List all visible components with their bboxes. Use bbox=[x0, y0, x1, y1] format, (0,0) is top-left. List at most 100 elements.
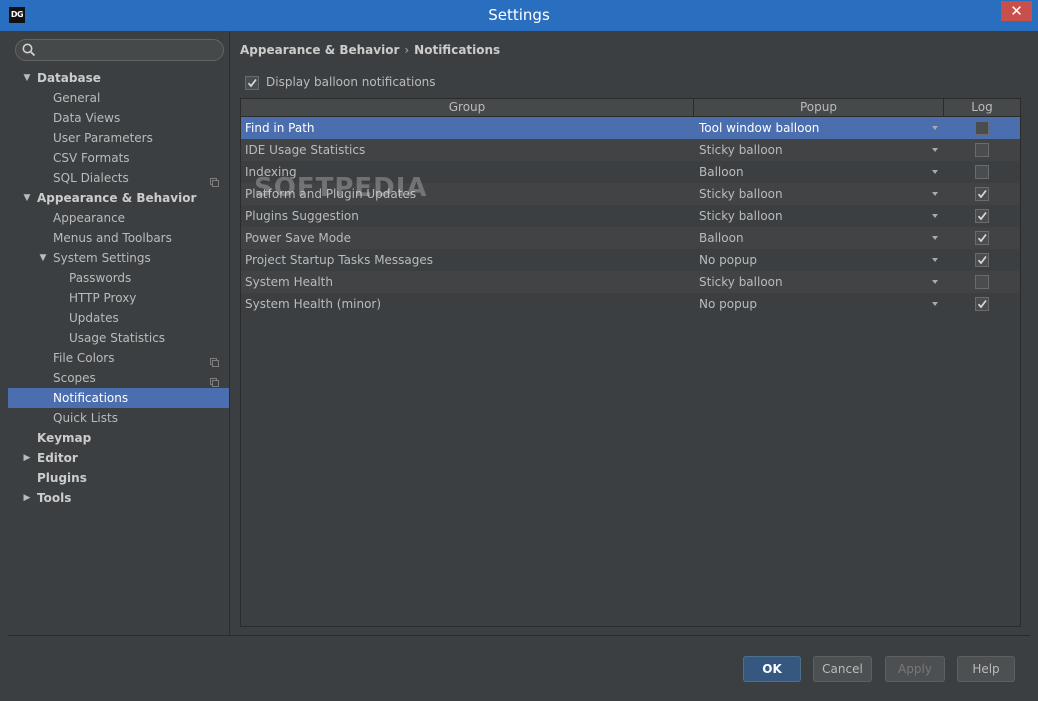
cell-popup-dropdown[interactable]: Sticky balloon bbox=[699, 183, 783, 205]
sidebar-item-menus-and-toolbars[interactable]: Menus and Toolbars bbox=[8, 228, 229, 248]
cell-popup-dropdown[interactable]: Sticky balloon bbox=[699, 205, 783, 227]
table-row[interactable]: System Health (minor) No popup bbox=[241, 293, 1020, 315]
cell-popup-dropdown[interactable]: No popup bbox=[699, 293, 757, 315]
sidebar-item-sql-dialects[interactable]: SQL Dialects bbox=[8, 168, 229, 188]
chevron-down-icon[interactable] bbox=[932, 302, 938, 306]
sidebar-item-label: Tools bbox=[37, 491, 72, 505]
chevron-down-icon[interactable] bbox=[932, 148, 938, 152]
table-row[interactable]: System Health Sticky balloon bbox=[241, 271, 1020, 293]
cell-popup-dropdown[interactable]: Tool window balloon bbox=[699, 117, 819, 139]
cell-group: Plugins Suggestion bbox=[245, 209, 359, 223]
sidebar-item-appearance-and-behavior[interactable]: ▼ Appearance & Behavior bbox=[8, 188, 229, 208]
ok-button[interactable]: OK bbox=[743, 656, 801, 682]
sidebar-item-label: System Settings bbox=[53, 251, 151, 265]
sidebar-item-tools[interactable]: ▶ Tools bbox=[8, 488, 229, 508]
sidebar-item-label: Usage Statistics bbox=[69, 331, 166, 345]
table-row[interactable]: Find in Path Tool window balloon bbox=[241, 117, 1020, 139]
close-icon[interactable]: ✕ bbox=[1001, 1, 1032, 21]
sidebar-item-label: General bbox=[53, 91, 101, 105]
project-level-icon bbox=[210, 353, 219, 367]
window-title: Settings bbox=[488, 6, 550, 24]
sidebar-item-plugins[interactable]: Plugins bbox=[8, 468, 229, 488]
cell-popup-dropdown[interactable]: Sticky balloon bbox=[699, 271, 783, 293]
display-balloon-checkbox-row[interactable]: Display balloon notifications bbox=[245, 74, 436, 90]
log-checkbox[interactable] bbox=[975, 275, 989, 289]
apply-button[interactable]: Apply bbox=[885, 656, 945, 682]
chevron-down-icon[interactable] bbox=[932, 126, 938, 130]
cell-popup-dropdown[interactable]: Balloon bbox=[699, 161, 744, 183]
sidebar-item-updates[interactable]: Updates bbox=[8, 308, 229, 328]
sidebar-item-csv-formats[interactable]: CSV Formats bbox=[8, 148, 229, 168]
expand-arrow-right-icon[interactable]: ▶ bbox=[21, 448, 33, 468]
settings-dialog: ▼ Database General Data Views User Parameter… bbox=[8, 31, 1030, 694]
table-header: Group Popup Log bbox=[241, 99, 1020, 117]
column-header-log[interactable]: Log bbox=[944, 99, 1020, 116]
breadcrumb: Appearance & Behavior › Notifications bbox=[240, 43, 500, 57]
log-checkbox[interactable] bbox=[975, 297, 989, 311]
expand-arrow-down-icon[interactable]: ▼ bbox=[21, 188, 33, 208]
sidebar-item-appearance[interactable]: Appearance bbox=[8, 208, 229, 228]
chevron-down-icon[interactable] bbox=[932, 192, 938, 196]
button-bar: OK Cancel Apply Help bbox=[8, 635, 1030, 694]
log-checkbox[interactable] bbox=[975, 253, 989, 267]
sidebar-item-label: Scopes bbox=[53, 371, 96, 385]
sidebar-item-label: SQL Dialects bbox=[53, 171, 129, 185]
sidebar-item-notifications[interactable]: Notifications bbox=[8, 388, 229, 408]
chevron-down-icon[interactable] bbox=[932, 236, 938, 240]
log-checkbox[interactable] bbox=[975, 143, 989, 157]
chevron-down-icon[interactable] bbox=[932, 170, 938, 174]
log-checkbox[interactable] bbox=[975, 231, 989, 245]
cell-group: Find in Path bbox=[245, 121, 315, 135]
sidebar-item-label: CSV Formats bbox=[53, 151, 130, 165]
sidebar-item-passwords[interactable]: Passwords bbox=[8, 268, 229, 288]
title-bar: DG Settings ✕ bbox=[0, 0, 1038, 31]
sidebar-item-editor[interactable]: ▶ Editor bbox=[8, 448, 229, 468]
sidebar-item-label: Menus and Toolbars bbox=[53, 231, 172, 245]
display-balloon-checkbox[interactable] bbox=[245, 75, 259, 90]
sidebar-item-system-settings[interactable]: ▼ System Settings bbox=[8, 248, 229, 268]
sidebar-item-keymap[interactable]: Keymap bbox=[8, 428, 229, 448]
breadcrumb-parent[interactable]: Appearance & Behavior bbox=[240, 43, 399, 57]
sidebar-item-file-colors[interactable]: File Colors bbox=[8, 348, 229, 368]
breadcrumb-separator: › bbox=[404, 43, 410, 57]
log-checkbox[interactable] bbox=[975, 165, 989, 179]
sidebar-item-http-proxy[interactable]: HTTP Proxy bbox=[8, 288, 229, 308]
log-checkbox[interactable] bbox=[975, 121, 989, 135]
sidebar-item-quick-lists[interactable]: Quick Lists bbox=[8, 408, 229, 428]
sidebar-item-label: Appearance bbox=[53, 211, 126, 225]
sidebar-item-data-views[interactable]: Data Views bbox=[8, 108, 229, 128]
table-row[interactable]: Plugins Suggestion Sticky balloon bbox=[241, 205, 1020, 227]
sidebar-item-database[interactable]: ▼ Database bbox=[8, 68, 229, 88]
sidebar-item-usage-statistics[interactable]: Usage Statistics bbox=[8, 328, 229, 348]
help-button[interactable]: Help bbox=[957, 656, 1015, 682]
sidebar-item-label: Quick Lists bbox=[53, 411, 118, 425]
log-checkbox[interactable] bbox=[975, 209, 989, 223]
table-row[interactable]: Power Save Mode Balloon bbox=[241, 227, 1020, 249]
column-header-popup[interactable]: Popup bbox=[694, 99, 944, 116]
table-row[interactable]: Project Startup Tasks Messages No popup bbox=[241, 249, 1020, 271]
chevron-down-icon[interactable] bbox=[932, 258, 938, 262]
cancel-button[interactable]: Cancel bbox=[813, 656, 872, 682]
sidebar-item-label: Notifications bbox=[53, 391, 129, 405]
sidebar-item-general[interactable]: General bbox=[8, 88, 229, 108]
chevron-down-icon[interactable] bbox=[932, 280, 938, 284]
search-field[interactable] bbox=[15, 39, 224, 61]
table-row[interactable]: IDE Usage Statistics Sticky balloon bbox=[241, 139, 1020, 161]
column-header-group[interactable]: Group bbox=[241, 99, 694, 116]
sidebar-item-label: Keymap bbox=[37, 431, 92, 445]
sidebar-item-label: User Parameters bbox=[53, 131, 153, 145]
expand-arrow-right-icon[interactable]: ▶ bbox=[21, 488, 33, 508]
sidebar-item-user-parameters[interactable]: User Parameters bbox=[8, 128, 229, 148]
display-balloon-label: Display balloon notifications bbox=[266, 75, 436, 89]
search-input[interactable] bbox=[38, 41, 222, 59]
cell-popup-dropdown[interactable]: No popup bbox=[699, 249, 757, 271]
sidebar-item-scopes[interactable]: Scopes bbox=[8, 368, 229, 388]
expand-arrow-down-icon[interactable]: ▼ bbox=[37, 248, 49, 268]
sidebar-item-label: Appearance & Behavior bbox=[37, 191, 197, 205]
cell-popup-dropdown[interactable]: Balloon bbox=[699, 227, 744, 249]
cell-popup-dropdown[interactable]: Sticky balloon bbox=[699, 139, 783, 161]
log-checkbox[interactable] bbox=[975, 187, 989, 201]
cell-group: Power Save Mode bbox=[245, 231, 352, 245]
chevron-down-icon[interactable] bbox=[932, 214, 938, 218]
expand-arrow-down-icon[interactable]: ▼ bbox=[21, 68, 33, 88]
